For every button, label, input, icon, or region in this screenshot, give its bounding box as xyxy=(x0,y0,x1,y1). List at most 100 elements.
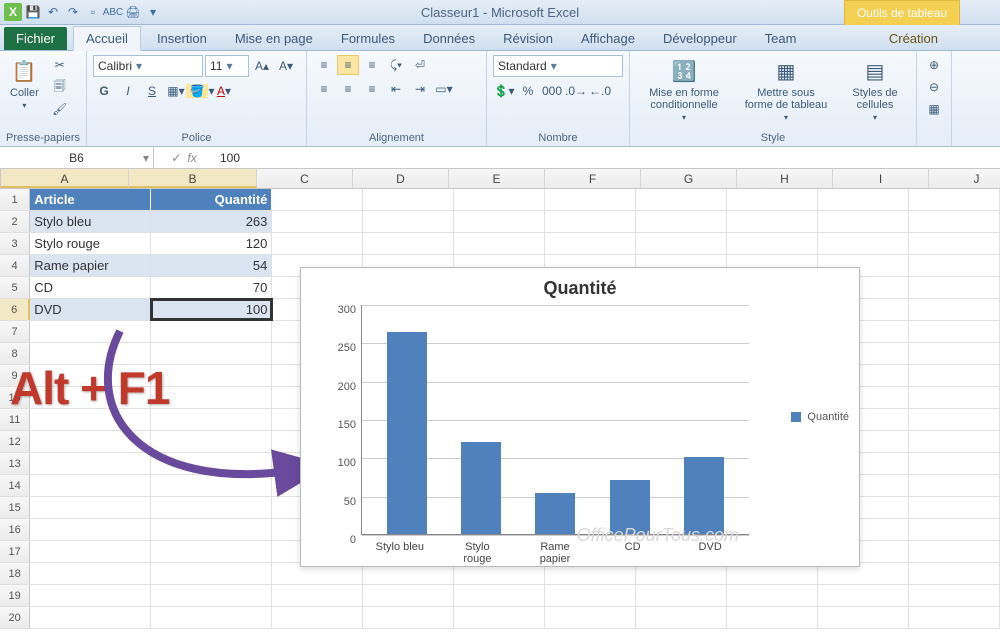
cell[interactable] xyxy=(909,607,1000,628)
cell[interactable] xyxy=(151,541,272,562)
name-box[interactable]: B6▾ xyxy=(0,147,154,168)
cell[interactable] xyxy=(636,607,727,628)
cell[interactable] xyxy=(454,189,545,210)
cell[interactable] xyxy=(30,321,151,342)
cell[interactable]: Quantité xyxy=(151,189,272,210)
cell[interactable] xyxy=(151,431,272,452)
increase-decimal-icon[interactable]: .0→ xyxy=(565,81,587,101)
cell[interactable] xyxy=(30,519,151,540)
cell[interactable] xyxy=(272,585,363,606)
cell[interactable] xyxy=(727,189,818,210)
cell[interactable] xyxy=(909,277,1000,298)
cell[interactable] xyxy=(909,233,1000,254)
cell[interactable] xyxy=(272,211,363,232)
cell[interactable] xyxy=(545,585,636,606)
cell[interactable]: Rame papier xyxy=(30,255,151,276)
qat-more-icon[interactable]: ▾ xyxy=(144,3,162,21)
spell-check-icon[interactable]: ABC xyxy=(104,3,122,21)
cell[interactable] xyxy=(909,387,1000,408)
cell[interactable] xyxy=(30,563,151,584)
row-header[interactable]: 20 xyxy=(0,607,30,628)
cut-icon[interactable]: ✂ xyxy=(49,55,71,75)
row-header[interactable]: 6 xyxy=(0,299,30,320)
cell[interactable] xyxy=(545,233,636,254)
font-color-button[interactable]: A▾ xyxy=(213,81,235,101)
tab-creation[interactable]: Création xyxy=(877,27,950,50)
cell[interactable] xyxy=(545,189,636,210)
border-button[interactable]: ▦▾ xyxy=(165,81,187,101)
align-top-icon[interactable]: ≡ xyxy=(313,55,335,75)
paste-button[interactable]: 📋 Coller ▾ xyxy=(6,55,43,112)
row-header[interactable]: 18 xyxy=(0,563,30,584)
cell[interactable]: DVD xyxy=(30,299,151,320)
cell[interactable] xyxy=(151,409,272,430)
cell[interactable] xyxy=(909,299,1000,320)
cell-styles-button[interactable]: ▤ Styles de cellules▾ xyxy=(840,55,910,124)
cell[interactable] xyxy=(818,211,909,232)
cell[interactable] xyxy=(151,497,272,518)
col-header-G[interactable]: G xyxy=(641,169,737,188)
format-cells-icon[interactable]: ▦ xyxy=(923,99,945,119)
format-as-table-button[interactable]: ▦ Mettre sous forme de tableau▾ xyxy=(738,55,834,124)
increase-indent-icon[interactable]: ⇥ xyxy=(409,79,431,99)
tab-formules[interactable]: Formules xyxy=(329,27,407,50)
cell[interactable] xyxy=(818,585,909,606)
col-header-I[interactable]: I xyxy=(833,169,929,188)
row-header[interactable]: 1 xyxy=(0,189,30,210)
cell[interactable]: Article xyxy=(30,189,151,210)
print-preview-icon[interactable]: 🖨 xyxy=(124,3,142,21)
cell[interactable] xyxy=(818,189,909,210)
cell[interactable]: 100 xyxy=(151,299,272,320)
cell[interactable] xyxy=(636,189,727,210)
cell[interactable] xyxy=(151,387,272,408)
number-format-combo[interactable]: Standard▾ xyxy=(493,55,623,77)
tab-donnees[interactable]: Données xyxy=(411,27,487,50)
wrap-text-icon[interactable]: ⏎ xyxy=(409,55,431,75)
cell[interactable] xyxy=(363,233,454,254)
shrink-font-icon[interactable]: A▾ xyxy=(275,56,297,76)
font-size-combo[interactable]: 11▾ xyxy=(205,55,249,77)
undo-icon[interactable]: ↶ xyxy=(44,3,62,21)
cell[interactable] xyxy=(30,475,151,496)
align-center-icon[interactable]: ≡ xyxy=(337,79,359,99)
cell[interactable] xyxy=(909,497,1000,518)
col-header-F[interactable]: F xyxy=(545,169,641,188)
cell[interactable] xyxy=(909,519,1000,540)
cell[interactable] xyxy=(818,233,909,254)
cell[interactable] xyxy=(636,233,727,254)
cell[interactable] xyxy=(363,189,454,210)
cell[interactable] xyxy=(30,541,151,562)
bold-button[interactable]: G xyxy=(93,81,115,101)
cell[interactable] xyxy=(151,475,272,496)
cell[interactable] xyxy=(454,233,545,254)
cell[interactable] xyxy=(909,255,1000,276)
currency-icon[interactable]: 💲▾ xyxy=(493,81,515,101)
cell[interactable] xyxy=(909,563,1000,584)
cell[interactable] xyxy=(909,475,1000,496)
cell[interactable] xyxy=(151,607,272,628)
tab-mise-en-page[interactable]: Mise en page xyxy=(223,27,325,50)
cell[interactable]: 54 xyxy=(151,255,272,276)
cell[interactable] xyxy=(363,607,454,628)
col-header-J[interactable]: J xyxy=(929,169,1000,188)
italic-button[interactable]: I xyxy=(117,81,139,101)
col-header-H[interactable]: H xyxy=(737,169,833,188)
col-header-B[interactable]: B xyxy=(129,169,257,188)
align-left-icon[interactable]: ≡ xyxy=(313,79,335,99)
row-header[interactable]: 14 xyxy=(0,475,30,496)
cell[interactable] xyxy=(272,607,363,628)
thousands-icon[interactable]: 000 xyxy=(541,81,563,101)
percent-icon[interactable]: % xyxy=(517,81,539,101)
tab-insertion[interactable]: Insertion xyxy=(145,27,219,50)
align-right-icon[interactable]: ≡ xyxy=(361,79,383,99)
formula-value[interactable]: 100 xyxy=(214,151,240,165)
cell[interactable] xyxy=(363,211,454,232)
embedded-chart[interactable]: Quantité 050100150200250300 Stylo bleuSt… xyxy=(300,267,860,567)
row-header[interactable]: 16 xyxy=(0,519,30,540)
row-header[interactable]: 12 xyxy=(0,431,30,452)
tab-developpeur[interactable]: Développeur xyxy=(651,27,749,50)
cell[interactable] xyxy=(727,233,818,254)
copy-icon[interactable]: 🗐 xyxy=(49,77,71,97)
align-middle-icon[interactable]: ≡ xyxy=(337,55,359,75)
cell[interactable] xyxy=(151,585,272,606)
